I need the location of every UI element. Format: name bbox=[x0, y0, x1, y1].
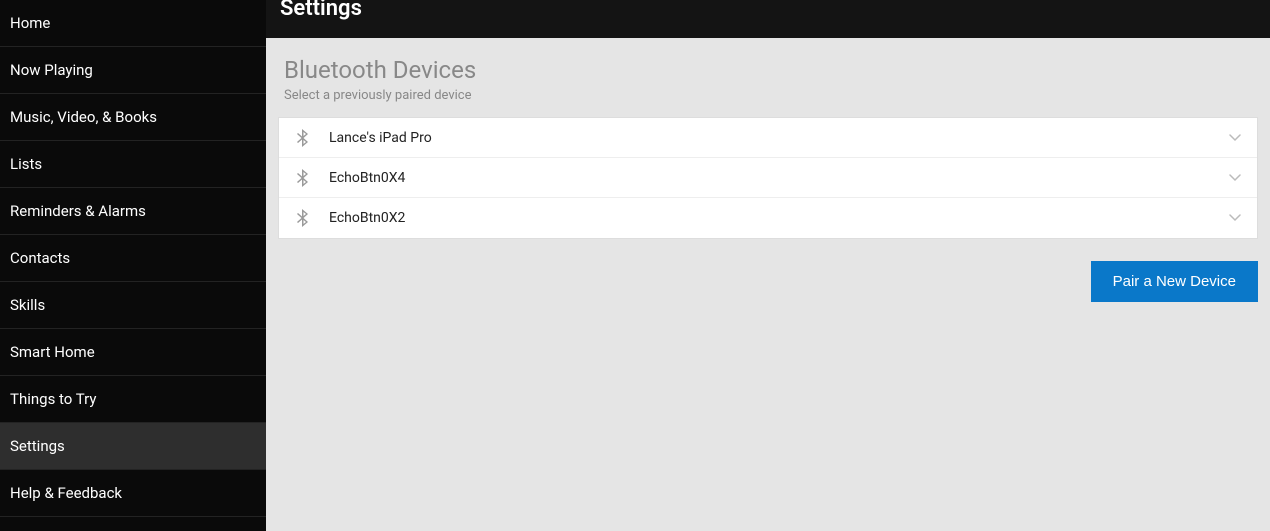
bluetooth-icon bbox=[291, 169, 315, 187]
device-name: Lance's iPad Pro bbox=[315, 130, 1225, 146]
sidebar-item-music-video-books[interactable]: Music, Video, & Books bbox=[0, 94, 266, 141]
sidebar: Home Now Playing Music, Video, & Books L… bbox=[0, 0, 266, 531]
bluetooth-icon bbox=[291, 209, 315, 227]
sidebar-item-label: Smart Home bbox=[10, 343, 95, 361]
sidebar-item-lists[interactable]: Lists bbox=[0, 141, 266, 188]
bluetooth-icon bbox=[291, 129, 315, 147]
sidebar-item-contacts[interactable]: Contacts bbox=[0, 235, 266, 282]
sidebar-item-skills[interactable]: Skills bbox=[0, 282, 266, 329]
topbar: Settings bbox=[266, 0, 1270, 38]
device-name: EchoBtn0X4 bbox=[315, 170, 1225, 186]
sidebar-item-label: Contacts bbox=[10, 249, 70, 267]
sidebar-item-label: Now Playing bbox=[10, 61, 93, 79]
device-row[interactable]: Lance's iPad Pro bbox=[279, 118, 1257, 158]
device-name: EchoBtn0X2 bbox=[315, 210, 1225, 226]
sidebar-item-things-to-try[interactable]: Things to Try bbox=[0, 376, 266, 423]
sidebar-item-smart-home[interactable]: Smart Home bbox=[0, 329, 266, 376]
sidebar-item-help-feedback[interactable]: Help & Feedback bbox=[0, 470, 266, 517]
sidebar-item-label: Skills bbox=[10, 296, 45, 314]
section-subtitle: Select a previously paired device bbox=[278, 88, 1258, 103]
main-area: Settings Bluetooth Devices Select a prev… bbox=[266, 0, 1270, 531]
sidebar-item-label: Lists bbox=[10, 155, 42, 173]
page-title: Settings bbox=[280, 0, 362, 21]
sidebar-item-label: Help & Feedback bbox=[10, 484, 122, 502]
sidebar-item-label: Music, Video, & Books bbox=[10, 108, 157, 126]
pair-new-device-button[interactable]: Pair a New Device bbox=[1091, 261, 1258, 302]
sidebar-item-settings[interactable]: Settings bbox=[0, 423, 266, 470]
sidebar-item-now-playing[interactable]: Now Playing bbox=[0, 47, 266, 94]
bluetooth-device-list: Lance's iPad Pro EchoBtn0X4 EchoBtn0X2 bbox=[278, 117, 1258, 239]
device-row[interactable]: EchoBtn0X4 bbox=[279, 158, 1257, 198]
sidebar-item-label: Things to Try bbox=[10, 390, 96, 408]
chevron-down-icon bbox=[1225, 214, 1245, 222]
chevron-down-icon bbox=[1225, 134, 1245, 142]
sidebar-item-home[interactable]: Home bbox=[0, 0, 266, 47]
action-row: Pair a New Device bbox=[278, 261, 1258, 302]
sidebar-item-sign-out[interactable]: Not Lance? Sign out bbox=[0, 517, 266, 531]
section-title: Bluetooth Devices bbox=[278, 56, 1258, 84]
sidebar-item-label: Home bbox=[10, 14, 50, 32]
sidebar-item-reminders-alarms[interactable]: Reminders & Alarms bbox=[0, 188, 266, 235]
content-area: Bluetooth Devices Select a previously pa… bbox=[266, 38, 1270, 531]
chevron-down-icon bbox=[1225, 174, 1245, 182]
device-row[interactable]: EchoBtn0X2 bbox=[279, 198, 1257, 238]
sidebar-item-label: Reminders & Alarms bbox=[10, 202, 146, 220]
sidebar-item-label: Settings bbox=[10, 437, 65, 455]
